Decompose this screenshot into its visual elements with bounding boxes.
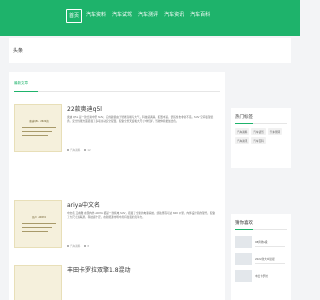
tag-link[interactable]: 汽车资讯 — [235, 137, 250, 144]
article-views: 12 — [87, 148, 91, 152]
recommend-thumbnail — [235, 236, 252, 248]
article-item: 奥迪Q5L 2022款 22款奥迪q5l 奥迪 Q5L 是一款合资中型 SUV，… — [14, 104, 220, 164]
views-meta: 12 — [84, 148, 91, 152]
sidebar-recommend-widget: 猜你喜欢 08奔驰s级 2022款大众途观 丰田卡罗拉 — [231, 214, 291, 300]
article-excerpt: 奥迪 Q5L 是一款合资中型 SUV，它的颜值由于轻奢高端与大气，科技感满满，配… — [67, 116, 214, 124]
thumbnail-caption: 日产 ARIYA — [31, 216, 47, 219]
top-nav-bar: 首页 汽车资料 汽车试驾 汽车测评 汽车资讯 汽车百科 — [0, 0, 300, 36]
thumbnail-line — [22, 223, 56, 224]
article-meta: 汽车资料 8 — [67, 244, 89, 248]
recommend-title[interactable]: 08奔驰s级 — [255, 240, 267, 244]
recommend-title[interactable]: 丰田卡罗拉 — [255, 274, 268, 278]
breadcrumb: 头条 — [13, 48, 24, 54]
article-title[interactable]: 22款奥迪q5l — [67, 104, 102, 113]
eye-icon — [84, 245, 87, 247]
widget-title: 热门标签 — [235, 115, 253, 120]
tab-latest[interactable]: 最新文章 — [14, 81, 28, 86]
thumbnail-line — [22, 231, 48, 232]
list-item[interactable]: 2022款大众途观 — [235, 253, 289, 270]
title-underline — [235, 123, 253, 124]
thumbnail-caption: 奥迪Q5L 2022款 — [29, 120, 49, 123]
thumbnail-line — [22, 131, 52, 132]
tag-link[interactable]: 汽车测评 — [267, 128, 283, 135]
thumbnail-line — [22, 227, 52, 228]
divider — [255, 246, 285, 247]
widget-title: 猜你喜欢 — [235, 221, 253, 226]
list-item[interactable]: 丰田卡罗拉 — [235, 270, 289, 287]
article-item: 丰田卡罗拉双擎1.8混动 — [14, 265, 220, 300]
nav-item-test-drive[interactable]: 汽车试驾 — [110, 9, 134, 23]
tab-underline — [14, 91, 38, 92]
article-category: 汽车资料 — [70, 245, 81, 248]
recommend-list: 08奔驰s级 2022款大众途观 丰田卡罗拉 — [235, 236, 289, 287]
nav-item-news[interactable]: 汽车资讯 — [162, 9, 186, 23]
article-thumbnail[interactable]: 奥迪Q5L 2022款 — [14, 104, 62, 152]
article-category: 汽车资料 — [70, 149, 81, 152]
tab-bar: 最新文章 — [14, 78, 220, 92]
recommend-thumbnail — [235, 270, 252, 282]
views-meta: 8 — [84, 244, 89, 248]
divider — [255, 263, 285, 264]
tag-cloud: 汽车资料 汽车试驾 汽车测评 汽车资讯 汽车百科 — [235, 128, 289, 144]
article-excerpt: 中文名 艾睿雅 在国内外 ARIYA 都是一款纯电 SUV，搭载了全新的电驱系统… — [67, 212, 216, 220]
article-thumbnail[interactable] — [14, 265, 62, 300]
article-meta: 汽车资料 12 — [67, 148, 91, 152]
recommend-title[interactable]: 2022款大众途观 — [255, 257, 275, 261]
sidebar-tags-widget: 热门标签 汽车资料 汽车试驾 汽车测评 汽车资讯 汽车百科 — [231, 108, 291, 168]
article-title[interactable]: ariya中文名 — [67, 200, 100, 209]
list-item[interactable]: 08奔驰s级 — [235, 236, 289, 253]
title-underline — [235, 229, 253, 230]
nav-item-wiki[interactable]: 汽车百科 — [188, 9, 212, 23]
nav-item-review[interactable]: 汽车测评 — [136, 9, 160, 23]
article-thumbnail[interactable]: 日产 ARIYA — [14, 200, 62, 248]
article-title[interactable]: 丰田卡罗拉双擎1.8混动 — [67, 265, 131, 274]
folder-icon — [67, 245, 69, 247]
tag-link[interactable]: 汽车资料 — [235, 128, 250, 135]
article-item: 日产 ARIYA ariya中文名 中文名 艾睿雅 在国内外 ARIYA 都是一… — [14, 200, 220, 260]
eye-icon — [84, 149, 87, 151]
folder-icon — [67, 149, 69, 151]
category-meta[interactable]: 汽车资料 — [67, 148, 80, 152]
main-nav: 首页 汽车资料 汽车试驾 汽车测评 汽车资讯 汽车百科 — [66, 9, 212, 23]
nav-item-car-info[interactable]: 汽车资料 — [84, 9, 108, 23]
tag-link[interactable]: 汽车百科 — [251, 137, 266, 144]
thumbnail-line — [22, 127, 56, 128]
article-list-panel: 最新文章 奥迪Q5L 2022款 22款奥迪q5l 奥迪 Q5L 是一款合资中型… — [9, 72, 225, 300]
nav-item-home[interactable]: 首页 — [66, 9, 83, 23]
tag-link[interactable]: 汽车试驾 — [251, 128, 266, 135]
article-views: 8 — [87, 244, 90, 248]
breadcrumb-card: 头条 — [9, 38, 291, 63]
category-meta[interactable]: 汽车资料 — [67, 244, 80, 248]
thumbnail-line — [22, 135, 48, 136]
recommend-thumbnail — [235, 253, 252, 265]
